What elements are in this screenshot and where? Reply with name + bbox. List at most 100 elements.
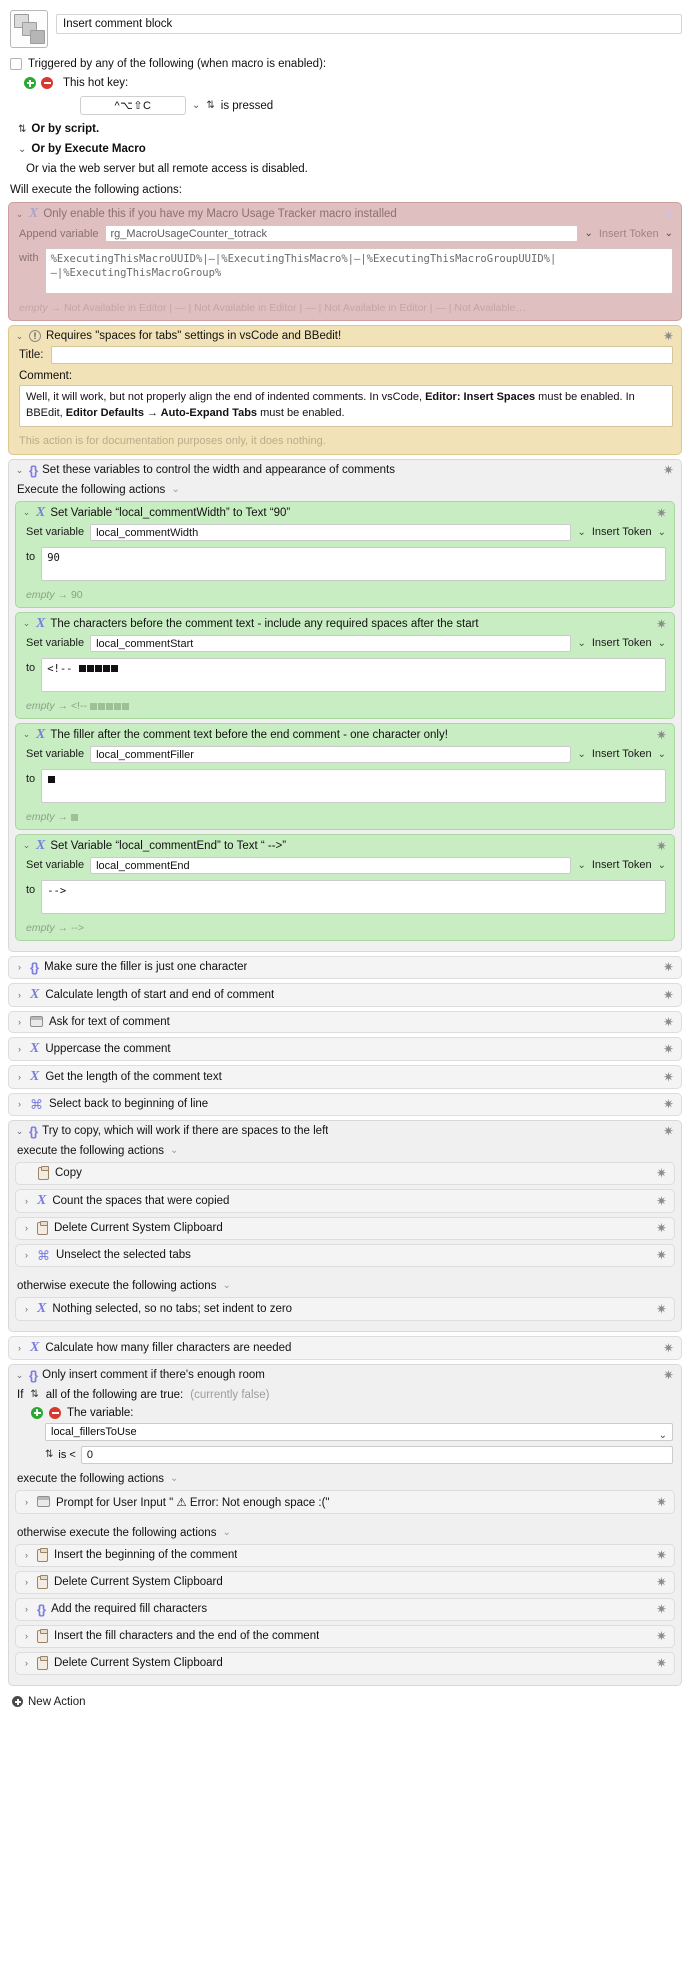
disclosure-chevron-icon[interactable]: ›	[15, 1072, 24, 1082]
action-row-collapsed[interactable]: › X Get the length of the comment text ✷	[8, 1064, 682, 1089]
gear-icon[interactable]: ✷	[662, 464, 675, 477]
disclosure-chevron-icon[interactable]: ›	[22, 1631, 31, 1641]
chevron-down-icon[interactable]: ⌄	[222, 1280, 230, 1291]
chevron-down-icon[interactable]: ⌄	[577, 638, 585, 649]
stepper-icon[interactable]: ⇅	[30, 1389, 38, 1400]
by-execute-macro-row[interactable]: ⌄ Or by Execute Macro	[18, 143, 682, 155]
action-group-enough-room[interactable]: ⌄ {} Only insert comment if there's enou…	[8, 1363, 682, 1686]
disclosure-chevron-icon[interactable]: ⌄	[22, 840, 31, 851]
disclosure-chevron-icon[interactable]: ›	[15, 1017, 24, 1027]
gear-icon[interactable]: ✷	[655, 1657, 668, 1670]
disclosure-chevron-icon[interactable]: ⌄	[15, 209, 24, 220]
disclosure-chevron-icon[interactable]: ⌄	[15, 1370, 24, 1381]
disclosure-chevron-icon[interactable]: ›	[22, 1304, 31, 1314]
gear-icon[interactable]: ✷	[655, 1222, 668, 1235]
gear-icon[interactable]: ✷	[662, 1042, 675, 1055]
comment-title-input[interactable]	[50, 346, 673, 364]
chevron-down-icon[interactable]: ⌄	[584, 228, 592, 239]
variable-name-input[interactable]: local_commentFiller	[90, 745, 572, 763]
disclosure-chevron-icon[interactable]: ›	[15, 1099, 24, 1109]
comparison-value-input[interactable]: 0	[80, 1445, 673, 1464]
chevron-down-icon[interactable]: ⌄	[192, 100, 200, 111]
chevron-down-icon[interactable]: ⌄	[658, 749, 666, 760]
stepper-icon[interactable]: ⇅	[45, 1449, 53, 1460]
disclosure-chevron-icon[interactable]: ›	[15, 962, 24, 972]
stepper-icon[interactable]: ⇅	[206, 100, 214, 111]
execute-actions-label-row[interactable]: Execute the following actions ⌄	[9, 481, 681, 501]
action-row-collapsed[interactable]: › Insert the fill characters and the end…	[15, 1624, 675, 1648]
with-value-textarea[interactable]: %ExecutingThisMacroUUID%|—|%ExecutingThi…	[44, 248, 673, 294]
action-usage-tracker[interactable]: ⌄ X Only enable this if you have my Macr…	[8, 202, 682, 321]
append-variable-input[interactable]: rg_MacroUsageCounter_totrack	[104, 225, 579, 242]
chevron-down-icon[interactable]: ⌄	[658, 638, 666, 649]
otherwise-actions-label-row[interactable]: otherwise execute the following actions …	[9, 1524, 681, 1544]
chevron-down-icon[interactable]: ⌄	[18, 144, 26, 155]
gear-icon[interactable]: ✷	[655, 1549, 668, 1562]
comment-body-textarea[interactable]: Well, it will work, but not properly ali…	[19, 385, 673, 427]
action-title-row[interactable]: ⌄ ! Requires "spaces for tabs" settings …	[9, 326, 681, 346]
macro-icon[interactable]	[10, 10, 48, 48]
action-title-row[interactable]: ⌄ X The characters before the comment te…	[16, 613, 674, 635]
action-title-row[interactable]: ⌄ X Set Variable “local_commentEnd” to T…	[16, 835, 674, 857]
action-row-collapsed[interactable]: › Delete Current System Clipboard ✷	[15, 1216, 675, 1240]
action-row-collapsed[interactable]: › Ask for text of comment ✷	[8, 1010, 682, 1033]
action-row-collapsed[interactable]: › ⌘ Select back to beginning of line ✷	[8, 1092, 682, 1116]
action-row-collapsed[interactable]: › Delete Current System Clipboard ✷	[15, 1570, 675, 1594]
gear-icon[interactable]: ✷	[655, 1302, 668, 1315]
otherwise-actions-label-row[interactable]: otherwise execute the following actions …	[9, 1277, 681, 1297]
action-title-row[interactable]: ⌄ X Set Variable “local_commentWidth” to…	[16, 502, 674, 524]
add-condition-icon[interactable]	[31, 1406, 43, 1419]
action-row-collapsed[interactable]: › Delete Current System Clipboard ✷	[15, 1651, 675, 1675]
insert-token-button[interactable]: Insert Token	[592, 859, 652, 871]
chevron-down-icon[interactable]: ⌄	[659, 1427, 667, 1444]
action-title-row[interactable]: ⌄ {} Only insert comment if there's enou…	[9, 1365, 681, 1386]
action-row-collapsed[interactable]: › X Calculate how many filler characters…	[8, 1335, 682, 1360]
trigger-checkbox[interactable]	[10, 58, 22, 70]
gear-icon[interactable]: ✷	[662, 330, 675, 343]
action-row-collapsed[interactable]: › X Count the spaces that were copied ✷	[15, 1188, 675, 1213]
condition-variable-input[interactable]: local_fillersToUse ⌄	[45, 1422, 673, 1444]
action-title-row[interactable]: ⌄ {} Try to copy, which will work if the…	[9, 1121, 681, 1142]
disclosure-chevron-icon[interactable]: ⌄	[22, 507, 31, 518]
chevron-down-icon[interactable]: ⌄	[222, 1527, 230, 1538]
remove-trigger-icon[interactable]	[41, 77, 53, 89]
variable-name-input[interactable]: local_commentEnd	[90, 856, 572, 874]
gear-icon[interactable]: ✷	[655, 617, 668, 630]
disclosure-chevron-icon[interactable]: ›	[22, 1577, 31, 1587]
remove-condition-icon[interactable]	[49, 1406, 61, 1419]
action-set-variable[interactable]: ⌄ X Set Variable “local_commentEnd” to T…	[15, 833, 675, 941]
gear-icon[interactable]: ✷	[655, 1630, 668, 1643]
disclosure-chevron-icon[interactable]: ›	[15, 1044, 24, 1054]
gear-icon[interactable]: ✷	[662, 208, 675, 221]
action-title-row[interactable]: ⌄ {} Set these variables to control the …	[9, 460, 681, 481]
chevron-down-icon[interactable]: ⌄	[665, 228, 673, 239]
chevron-down-icon[interactable]: ⌄	[577, 527, 585, 538]
action-row-collapsed[interactable]: Copy ✷	[15, 1161, 675, 1185]
insert-token-button[interactable]: Insert Token	[599, 228, 659, 240]
insert-token-button[interactable]: Insert Token	[592, 748, 652, 760]
gear-icon[interactable]: ✷	[662, 1341, 675, 1354]
gear-icon[interactable]: ✷	[662, 988, 675, 1001]
disclosure-chevron-icon[interactable]: ›	[22, 1497, 31, 1507]
variable-value-textarea[interactable]: <!--	[41, 657, 666, 692]
disclosure-chevron-icon[interactable]: ⌄	[15, 331, 24, 342]
gear-icon[interactable]: ✷	[662, 1098, 675, 1111]
action-group-set-variables[interactable]: ⌄ {} Set these variables to control the …	[8, 458, 682, 952]
action-row-collapsed[interactable]: › X Calculate length of start and end of…	[8, 982, 682, 1007]
chevron-down-icon[interactable]: ⌄	[170, 1473, 178, 1484]
hotkey-field[interactable]: ^⌥⇧C	[80, 96, 186, 115]
by-script-row[interactable]: ⇅ Or by script.	[18, 123, 682, 135]
action-comment[interactable]: ⌄ ! Requires "spaces for tabs" settings …	[8, 325, 682, 455]
gear-icon[interactable]: ✷	[662, 1015, 675, 1028]
action-set-variable[interactable]: ⌄ X The filler after the comment text be…	[15, 722, 675, 830]
disclosure-chevron-icon[interactable]: ⌄	[22, 618, 31, 629]
gear-icon[interactable]: ✷	[655, 1249, 668, 1262]
gear-icon[interactable]: ✷	[655, 506, 668, 519]
action-group-try-copy[interactable]: ⌄ {} Try to copy, which will work if the…	[8, 1119, 682, 1332]
new-action-button[interactable]: New Action	[8, 1690, 682, 1718]
trigger-enabled-row[interactable]: Triggered by any of the following (when …	[10, 58, 682, 70]
macro-name-input[interactable]: Insert comment block	[56, 14, 682, 34]
disclosure-chevron-icon[interactable]: ⌄	[15, 1126, 24, 1137]
action-title-row[interactable]: ⌄ X The filler after the comment text be…	[16, 724, 674, 746]
gear-icon[interactable]: ✷	[662, 961, 675, 974]
